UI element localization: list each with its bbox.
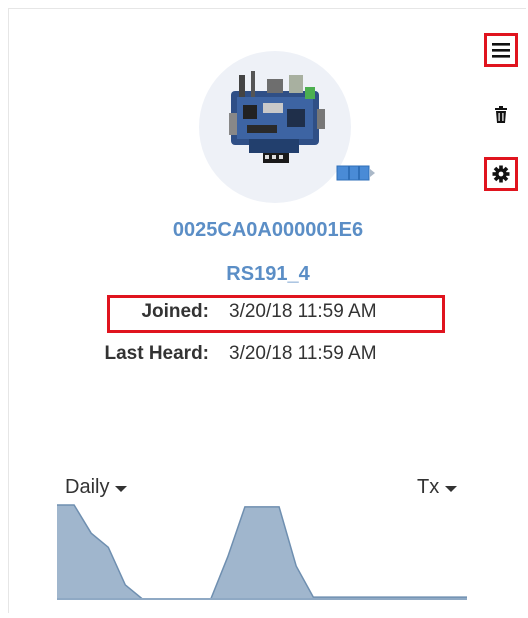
device-image [229,71,325,163]
chevron-down-icon [115,486,128,492]
chevron-down-icon [445,486,458,492]
delete-button[interactable] [484,97,518,131]
battery-icon [336,165,375,181]
device-eui: 0025CA0A000001E6 [172,219,364,241]
device-name: RS191_4 [226,263,310,285]
joined-label: Joined: [141,301,209,322]
activity-area [57,505,467,599]
period-dropdown[interactable]: Daily [65,476,128,499]
hamburger-menu-icon [492,43,510,58]
gear-icon [492,165,510,183]
device-card: 0025CA0A000001E6 RS191_4 Joined: 3/20/18… [8,8,526,613]
period-dropdown-label: Daily [65,476,110,498]
last-heard-label: Last Heard: [104,343,209,364]
trash-icon [495,105,507,123]
settings-button[interactable] [484,157,518,191]
activity-chart [57,504,467,600]
joined-row: Joined: 3/20/18 11:59 AM [9,301,527,327]
metric-dropdown-label: Tx [417,476,440,498]
last-heard-value: 3/20/18 11:59 AM [229,343,377,364]
last-heard-row: Last Heard: 3/20/18 11:59 AM [9,343,527,369]
menu-button[interactable] [484,33,518,67]
joined-value: 3/20/18 11:59 AM [229,301,377,322]
metric-dropdown[interactable]: Tx [417,476,458,499]
